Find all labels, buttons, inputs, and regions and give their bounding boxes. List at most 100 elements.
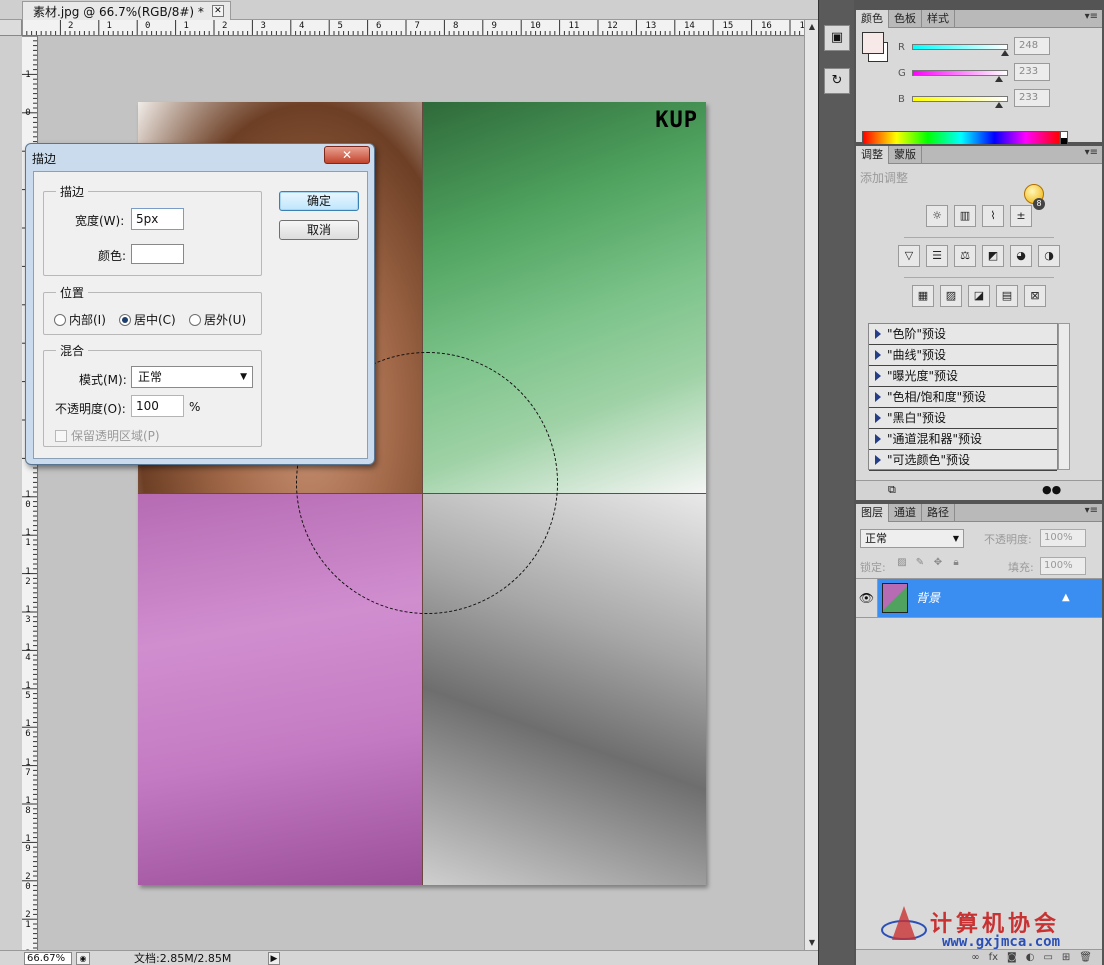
preset-item[interactable]: "色阶"预设 <box>869 324 1057 345</box>
adjustment-row2-0-icon[interactable]: ▽ <box>898 245 920 267</box>
preset-item[interactable]: "色相/饱和度"预设 <box>869 387 1057 408</box>
layer-blend-mode-select[interactable]: 正常 ▼ <box>860 529 964 548</box>
adjustment-row2-4-icon[interactable]: ◕ <box>1010 245 1032 267</box>
adjustment-row1-1-icon[interactable]: ▥ <box>954 205 976 227</box>
ruler-h-label: 13 <box>645 21 657 31</box>
expand-triangle-icon[interactable] <box>875 350 881 360</box>
channel-slider-g[interactable] <box>912 70 1008 76</box>
vertical-scrollbar[interactable]: ▲ ▼ <box>804 20 818 950</box>
fill-field[interactable]: 100% <box>1040 557 1086 575</box>
foreground-color-swatch[interactable] <box>862 32 884 54</box>
adjustment-row2-2-icon[interactable]: ⚖ <box>954 245 976 267</box>
position-inside-radio[interactable]: 内部(I) <box>54 311 106 328</box>
adjustment-row3-4-icon[interactable]: ⊠ <box>1024 285 1046 307</box>
close-icon[interactable]: ✕ <box>211 5 224 17</box>
dialog-close-button[interactable]: ✕ <box>324 146 370 164</box>
zoom-field[interactable]: 66.67% <box>24 952 72 965</box>
opacity-input[interactable]: 100 <box>131 395 184 417</box>
document-tab-strip: 素材.jpg @ 66.7%(RGB/8#) * ✕ <box>0 0 818 20</box>
ruler-v-label: 1 <box>25 70 31 80</box>
tab-adjustments[interactable]: 调整 <box>856 146 889 164</box>
preset-label: "色阶"预设 <box>887 327 947 341</box>
expand-triangle-icon[interactable] <box>875 392 881 402</box>
black-white-swatch[interactable] <box>1060 131 1068 145</box>
scroll-down-icon[interactable]: ▼ <box>807 938 817 948</box>
channel-slider-r[interactable] <box>912 44 1008 50</box>
document-tab[interactable]: 素材.jpg @ 66.7%(RGB/8#) * ✕ <box>22 1 231 20</box>
preset-label: "曝光度"预设 <box>887 369 959 383</box>
return-to-list-icon[interactable]: ⧉ <box>888 483 896 497</box>
eye-icon[interactable]: 👁︎ <box>856 579 878 617</box>
lock-position-icon[interactable]: ✥ <box>932 557 944 569</box>
adjustment-row1-0-icon[interactable]: ☼ <box>926 205 948 227</box>
color-spectrum-bar[interactable] <box>862 131 1060 145</box>
ruler-origin[interactable] <box>0 20 22 36</box>
preset-item[interactable]: "可选颜色"预设 <box>869 450 1057 471</box>
ruler-h-label: 10 <box>530 21 541 31</box>
expand-triangle-icon[interactable] <box>875 329 881 339</box>
blend-mode-select[interactable]: 正常 ▼ <box>131 366 253 388</box>
expand-triangle-icon[interactable] <box>875 434 881 444</box>
preset-label: "黑白"预设 <box>887 411 947 425</box>
channel-value-r[interactable]: 248 <box>1014 37 1050 55</box>
tab-paths[interactable]: 路径 <box>922 504 955 522</box>
clip-to-layer-icon[interactable]: ●● <box>1042 483 1061 496</box>
layer-name[interactable]: 背景 <box>916 579 940 617</box>
stroke-color-swatch[interactable] <box>131 244 184 264</box>
tab-color[interactable]: 颜色 <box>856 10 889 28</box>
adjustment-row3-0-icon[interactable]: ▦ <box>912 285 934 307</box>
layers-panel: 图层 通道 路径 ▾≡ 正常 ▼ 不透明度: 100% 锁定: ▨ ✎ ✥ 🔒︎… <box>856 504 1102 965</box>
preset-item[interactable]: "通道混和器"预设 <box>869 429 1057 450</box>
panel-menu-icon[interactable]: ▾≡ <box>1085 147 1098 158</box>
color-panel: 颜色 色板 样式 ▾≡ R 248 G 233 B 233 <box>856 10 1102 145</box>
tab-channels[interactable]: 通道 <box>889 504 922 522</box>
channel-value-g[interactable]: 233 <box>1014 63 1050 81</box>
channel-slider-thumb[interactable] <box>1001 50 1010 56</box>
tab-swatches[interactable]: 色板 <box>889 10 922 28</box>
adjustment-row3-2-icon[interactable]: ◪ <box>968 285 990 307</box>
lock-transparency-icon[interactable]: ▨ <box>896 557 908 569</box>
actions-panel-icon[interactable]: ↻ <box>824 68 850 94</box>
lock-pixels-icon[interactable]: ✎ <box>914 557 926 569</box>
channel-slider-b[interactable] <box>912 96 1008 102</box>
adjustment-row3-3-icon[interactable]: ▤ <box>996 285 1018 307</box>
panel-menu-icon[interactable]: ▾≡ <box>1085 505 1098 516</box>
adjustment-row1-2-icon[interactable]: ⌇ <box>982 205 1004 227</box>
expand-triangle-icon[interactable] <box>875 413 881 423</box>
ok-button[interactable]: 确定 <box>279 191 359 211</box>
adjustment-row2-1-icon[interactable]: ☰ <box>926 245 948 267</box>
preset-list-scrollbar[interactable] <box>1058 323 1070 470</box>
channel-slider-thumb[interactable] <box>995 102 1004 108</box>
tab-layers[interactable]: 图层 <box>856 504 889 522</box>
adjustment-row2-3-icon[interactable]: ◩ <box>982 245 1004 267</box>
adjustment-row1-3-icon[interactable]: ± <box>1010 205 1032 227</box>
panel-menu-icon[interactable]: ▾≡ <box>1085 11 1098 22</box>
ruler-h-label: 2 <box>222 21 228 31</box>
layer-row[interactable]: 👁︎ 背景 ▲ <box>856 578 1102 618</box>
horizontal-ruler[interactable]: 2101234567891011121314151617 <box>22 20 804 36</box>
adjustment-row2-5-icon[interactable]: ◑ <box>1038 245 1060 267</box>
cancel-button[interactable]: 取消 <box>279 220 359 240</box>
status-menu-arrow-icon[interactable]: ▶ <box>268 952 280 965</box>
layer-opacity-field[interactable]: 100% <box>1040 529 1086 547</box>
preserve-transparency-checkbox[interactable]: 保留透明区域(P) <box>55 427 160 444</box>
position-outside-radio[interactable]: 居外(U) <box>189 311 246 328</box>
channel-value-b[interactable]: 233 <box>1014 89 1050 107</box>
preset-item[interactable]: "曲线"预设 <box>869 345 1057 366</box>
history-panel-icon[interactable]: ▣ <box>824 25 850 51</box>
position-center-radio[interactable]: 居中(C) <box>119 311 176 328</box>
zoom-icon[interactable]: ◉ <box>76 952 90 965</box>
channel-slider-thumb[interactable] <box>995 76 1004 82</box>
adjustment-row3-1-icon[interactable]: ▨ <box>940 285 962 307</box>
preset-item[interactable]: "黑白"预设 <box>869 408 1057 429</box>
adjustment-icons-row-2: ▽ ☰ ⚖ ◩ ◕ ◑ <box>856 245 1102 267</box>
scroll-up-icon[interactable]: ▲ <box>807 22 817 32</box>
lock-all-icon[interactable]: 🔒︎ <box>950 557 962 569</box>
tab-masks[interactable]: 蒙版 <box>889 146 922 164</box>
tab-styles[interactable]: 样式 <box>922 10 955 28</box>
preset-item[interactable]: "曝光度"预设 <box>869 366 1057 387</box>
expand-triangle-icon[interactable] <box>875 371 881 381</box>
expand-triangle-icon[interactable] <box>875 455 881 465</box>
preset-label: "可选颜色"预设 <box>887 453 971 467</box>
width-input[interactable]: 5px <box>131 208 184 230</box>
